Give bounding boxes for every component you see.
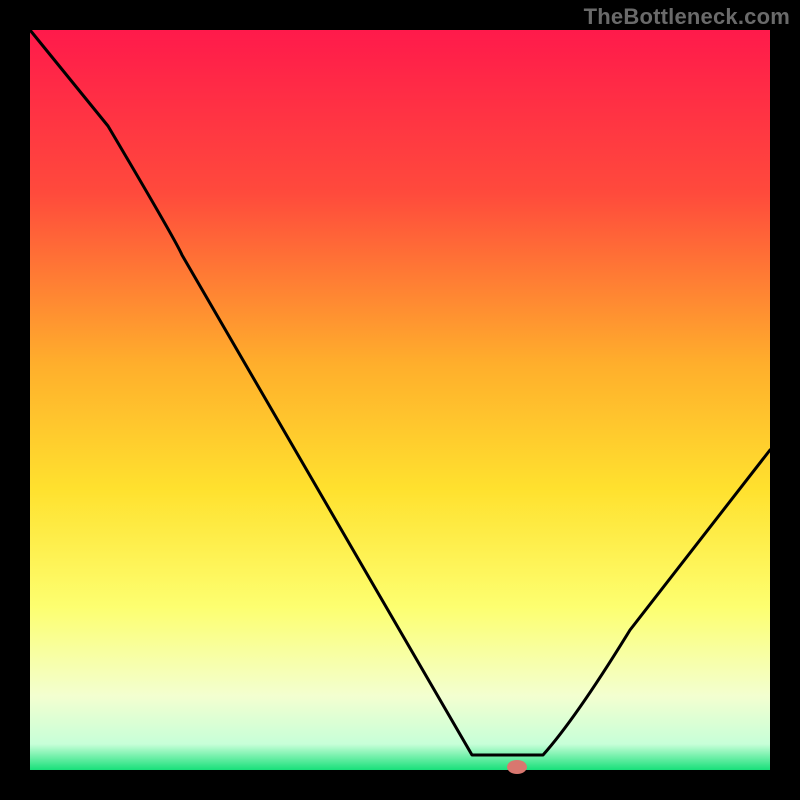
optimum-marker: [507, 760, 527, 774]
watermark-text: TheBottleneck.com: [584, 4, 790, 30]
chart-container: TheBottleneck.com: [0, 0, 800, 800]
plot-background: [30, 30, 770, 770]
chart-svg: [0, 0, 800, 800]
